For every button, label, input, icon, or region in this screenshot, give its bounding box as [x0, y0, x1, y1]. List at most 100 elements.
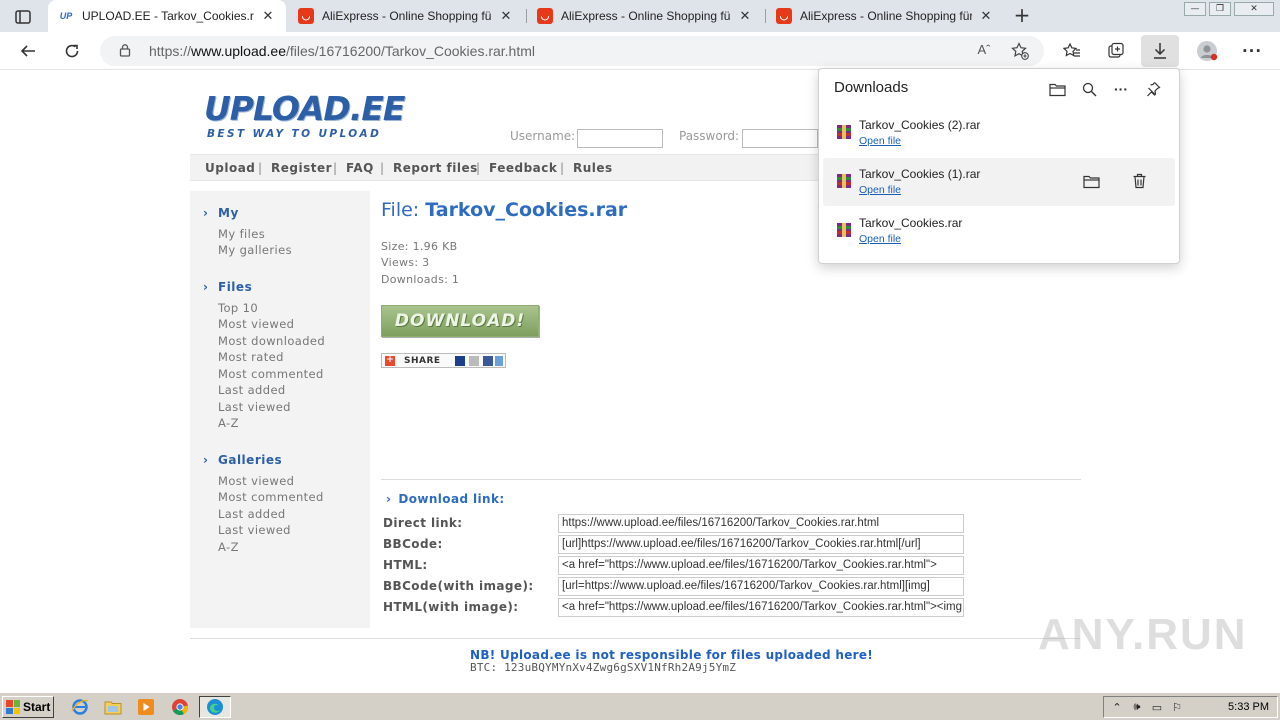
sidebar-item-most-downloaded[interactable]: Most downloaded	[218, 334, 325, 348]
media-player-icon[interactable]	[134, 696, 158, 718]
site-logo[interactable]: UPLOAD.EE BEST WAY TO UPLOAD	[204, 90, 405, 141]
downloads-button[interactable]	[1141, 35, 1179, 67]
chevron-right-icon: ›	[386, 492, 392, 506]
username-label: Username:	[510, 129, 576, 143]
download-file-name[interactable]: Tarkov_Cookies (1).rar	[859, 167, 980, 181]
lock-icon[interactable]	[118, 43, 132, 57]
download-item[interactable]: Tarkov_Cookies (1).rar Open file	[823, 158, 1175, 206]
open-file-link[interactable]: Open file	[859, 184, 901, 196]
menu-faq[interactable]: FAQ	[346, 161, 374, 175]
password-label: Password:	[679, 129, 740, 143]
sidebar-item-gallery-most-commented[interactable]: Most commented	[218, 490, 324, 504]
sidebar-item-gallery-a-z[interactable]: A-Z	[218, 540, 239, 554]
tab-upload-ee[interactable]: UP UPLOAD.EE - Tarkov_Cookies.rar ✕	[48, 0, 286, 32]
sidebar-heading-my[interactable]: › My	[203, 206, 239, 220]
open-file-link[interactable]: Open file	[859, 135, 901, 147]
close-icon[interactable]: ✕	[498, 8, 514, 24]
pin-icon[interactable]	[1143, 79, 1163, 99]
menu-separator: |	[380, 161, 385, 175]
action-center-flag-icon[interactable]: ⚐	[1170, 701, 1184, 715]
clock[interactable]: 5:33 PM	[1228, 701, 1269, 713]
bbcode-image-field[interactable]: [url=https://www.upload.ee/files/1671620…	[558, 577, 964, 596]
volume-icon[interactable]: 🕪	[1130, 701, 1144, 715]
share-button[interactable]: + SHARE	[381, 353, 506, 368]
sidebar-item-most-rated[interactable]: Most rated	[218, 350, 284, 364]
sidebar-item-a-z[interactable]: A-Z	[218, 416, 239, 430]
up-icon: UP	[59, 11, 73, 21]
sidebar-heading-files[interactable]: › Files	[203, 280, 252, 294]
close-icon[interactable]: ✕	[260, 8, 276, 24]
sidebar-item-gallery-most-viewed[interactable]: Most viewed	[218, 474, 294, 488]
chevron-right-icon: ›	[203, 280, 209, 294]
sidebar-item-most-viewed[interactable]: Most viewed	[218, 317, 294, 331]
search-icon[interactable]	[1079, 79, 1099, 99]
restore-button[interactable]: ❐	[1209, 2, 1231, 16]
digg-icon	[469, 356, 479, 366]
minimize-button[interactable]: —	[1184, 2, 1206, 16]
favorites-icon[interactable]	[1059, 38, 1085, 64]
edge-icon[interactable]	[199, 696, 231, 718]
username-input[interactable]	[577, 129, 663, 148]
internet-explorer-icon[interactable]	[68, 696, 92, 718]
profile-avatar[interactable]	[1194, 38, 1220, 64]
footer-divider	[190, 638, 1080, 639]
show-in-folder-icon[interactable]	[1081, 171, 1101, 191]
chrome-icon[interactable]	[168, 696, 192, 718]
bbcode-field[interactable]: [url]https://www.upload.ee/files/1671620…	[558, 535, 964, 554]
open-file-link[interactable]: Open file	[859, 233, 901, 245]
sidebar-item-my-galleries[interactable]: My galleries	[218, 243, 292, 257]
html-field[interactable]: <a href="https://www.upload.ee/files/167…	[558, 556, 964, 575]
more-options-icon[interactable]: ···	[1239, 38, 1265, 64]
tray-expand-icon[interactable]: ⌃	[1110, 701, 1124, 715]
collections-icon[interactable]	[1103, 38, 1129, 64]
tab-aliexpress-1[interactable]: ◡ AliExpress - Online Shopping für ✕	[288, 0, 524, 32]
html-image-field[interactable]: <a href="https://www.upload.ee/files/167…	[558, 598, 964, 617]
tab-title: AliExpress - Online Shopping für	[322, 9, 492, 23]
more-icon[interactable]: ···	[1111, 79, 1131, 99]
direct-link-field[interactable]: https://www.upload.ee/files/16716200/Tar…	[558, 514, 964, 533]
sidebar-item-last-viewed[interactable]: Last viewed	[218, 400, 291, 414]
menu-report-files[interactable]: Report files	[393, 161, 478, 175]
start-button[interactable]: Start	[2, 696, 54, 718]
add-favorite-icon[interactable]	[1010, 42, 1030, 60]
back-button[interactable]	[14, 38, 42, 64]
tab-title: AliExpress - Online Shopping für	[561, 9, 731, 23]
menu-feedback[interactable]: Feedback	[489, 161, 557, 175]
tab-actions-icon[interactable]	[8, 6, 38, 28]
address-bar[interactable]: https://www.upload.ee/files/16716200/Tar…	[100, 36, 1044, 66]
new-tab-button[interactable]: +	[1010, 4, 1034, 28]
download-item[interactable]: Tarkov_Cookies (2).rar Open file	[823, 109, 1175, 157]
network-icon[interactable]: ▭	[1150, 701, 1164, 715]
close-icon[interactable]: ✕	[978, 8, 994, 24]
sidebar-item-last-added[interactable]: Last added	[218, 383, 286, 397]
refresh-button[interactable]	[58, 38, 86, 64]
read-aloud-icon[interactable]: Aˆ	[974, 42, 994, 60]
sidebar-item-most-commented[interactable]: Most commented	[218, 367, 324, 381]
password-input[interactable]	[742, 129, 818, 148]
downloads-title: Downloads	[834, 79, 909, 96]
delete-icon[interactable]	[1129, 171, 1149, 191]
sidebar-heading-galleries[interactable]: › Galleries	[203, 453, 282, 467]
download-file-name[interactable]: Tarkov_Cookies (2).rar	[859, 118, 980, 132]
window-close-button[interactable]: ✕	[1234, 2, 1274, 16]
menu-register[interactable]: Register	[271, 161, 332, 175]
close-icon[interactable]: ✕	[737, 8, 753, 24]
download-item[interactable]: Tarkov_Cookies.rar Open file	[823, 207, 1175, 255]
sidebar-item-top-10[interactable]: Top 10	[218, 301, 258, 315]
sidebar-item-my-files[interactable]: My files	[218, 227, 265, 241]
download-button[interactable]: DOWNLOAD!	[381, 305, 539, 337]
aliexpress-icon: ◡	[537, 8, 553, 24]
file-explorer-icon[interactable]	[101, 696, 125, 718]
download-file-name[interactable]: Tarkov_Cookies.rar	[859, 216, 962, 230]
refresh-icon	[65, 44, 79, 58]
url-text[interactable]: https://www.upload.ee/files/16716200/Tar…	[149, 43, 535, 59]
sidebar-item-gallery-last-added[interactable]: Last added	[218, 507, 286, 521]
menu-rules[interactable]: Rules	[573, 161, 613, 175]
tab-aliexpress-2[interactable]: ◡ AliExpress - Online Shopping für ✕	[527, 0, 763, 32]
menu-upload[interactable]: Upload	[205, 161, 255, 175]
windows-flag-icon	[6, 700, 20, 714]
open-folder-icon[interactable]	[1047, 79, 1067, 99]
tab-aliexpress-3[interactable]: ◡ AliExpress - Online Shopping für ✕	[766, 0, 1004, 32]
logo-tagline: BEST WAY TO UPLOAD	[207, 128, 382, 140]
sidebar-item-gallery-last-viewed[interactable]: Last viewed	[218, 523, 291, 537]
